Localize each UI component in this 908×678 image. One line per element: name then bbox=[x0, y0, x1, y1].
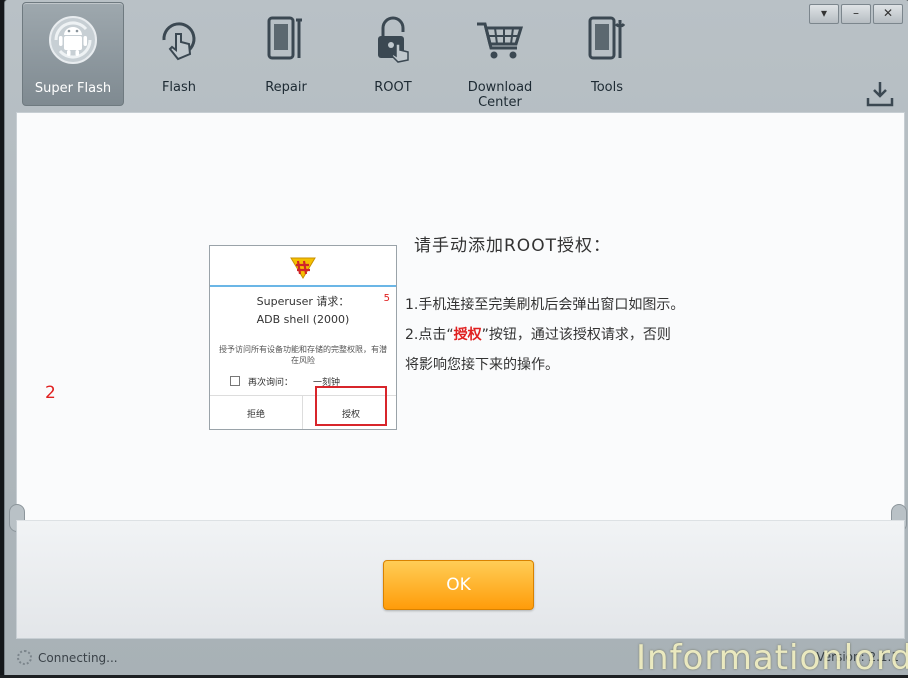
step2-suffix: ”按钮，通过该授权请求，否则 bbox=[481, 327, 671, 343]
android-icon bbox=[49, 16, 97, 64]
tab-download-center[interactable]: Download Center bbox=[450, 2, 550, 110]
instruction-step-1: 1.手机连接至完美刷机后会弹出窗口如图示。 bbox=[405, 297, 685, 313]
ask-again-row: 再次询问： bbox=[230, 375, 293, 388]
superuser-icon bbox=[290, 257, 316, 279]
status-bar: Connecting... bbox=[17, 650, 118, 665]
superuser-dialog-image: Superuser 请求： 5 ADB shell (2000) 授予访问所有设… bbox=[209, 245, 397, 430]
tab-flash[interactable]: Flash bbox=[129, 2, 229, 104]
lock-icon bbox=[378, 16, 409, 63]
tab-repair[interactable]: Repair bbox=[236, 2, 336, 104]
button-vertical-divider bbox=[302, 395, 303, 429]
grant-label: 授权 bbox=[341, 410, 360, 420]
adb-shell-label: ADB shell (2000) bbox=[256, 313, 350, 326]
tab-flash-label: Flash bbox=[161, 80, 197, 95]
status-text: Connecting... bbox=[38, 651, 118, 665]
spinner-icon bbox=[17, 650, 32, 665]
instruction-step-2: 2.点击“授权”按钮，通过该授权请求，否则 bbox=[405, 324, 671, 344]
watermark-text: Informationlord bbox=[636, 638, 908, 678]
cart-icon bbox=[477, 22, 524, 59]
tab-download-center-label: Download Center bbox=[467, 80, 533, 110]
tab-root[interactable]: ROOT bbox=[343, 2, 443, 104]
tab-root-label: ROOT bbox=[374, 80, 412, 95]
app-window: Super Flash Flash Repair ROOT Download C… bbox=[4, 0, 908, 675]
tab-super-flash[interactable]: Super Flash bbox=[22, 2, 124, 106]
ask-again-label: 再次询问： bbox=[248, 378, 294, 388]
minimize-button[interactable]: – bbox=[841, 4, 871, 24]
tab-tools[interactable]: Tools bbox=[557, 2, 657, 104]
main-toolbar: Super Flash Flash Repair ROOT Download C… bbox=[5, 0, 908, 110]
superuser-title: Superuser 请求： bbox=[256, 295, 350, 308]
step2-prefix: 2.点击“ bbox=[405, 327, 454, 343]
window-controls: ▾ – ✕ bbox=[807, 4, 903, 24]
menu-dropdown-button[interactable]: ▾ bbox=[809, 4, 839, 24]
action-panel: OK bbox=[16, 520, 905, 639]
ok-button[interactable]: OK bbox=[383, 560, 534, 610]
side-number: 2 bbox=[45, 383, 56, 403]
repair-icon bbox=[267, 16, 302, 60]
main-content-panel: 2 Superuser 请求： 5 ADB shell (2000) 授予访问所… bbox=[16, 112, 905, 522]
permission-description: 授予访问所有设备功能和存储的完整权限，有潜在风险 bbox=[219, 345, 387, 365]
download-icon[interactable] bbox=[865, 80, 895, 108]
tab-tools-label: Tools bbox=[590, 80, 624, 95]
tools-icon bbox=[588, 16, 626, 60]
step2-highlight: 授权 bbox=[453, 327, 482, 343]
close-button[interactable]: ✕ bbox=[873, 4, 903, 24]
instruction-step-3: 将影响您接下来的操作。 bbox=[405, 357, 559, 373]
step-badge: 5 bbox=[383, 293, 390, 304]
checkbox-icon bbox=[230, 376, 240, 386]
flash-gesture-icon bbox=[162, 22, 196, 61]
grant-highlight-box: 授权 bbox=[315, 386, 387, 426]
tab-super-flash-label: Super Flash bbox=[34, 81, 112, 96]
tab-repair-label: Repair bbox=[265, 80, 307, 95]
deny-label: 拒绝 bbox=[246, 410, 265, 420]
instruction-heading: 请手动添加ROOT授权： bbox=[414, 236, 611, 256]
dialog-divider bbox=[210, 285, 396, 287]
